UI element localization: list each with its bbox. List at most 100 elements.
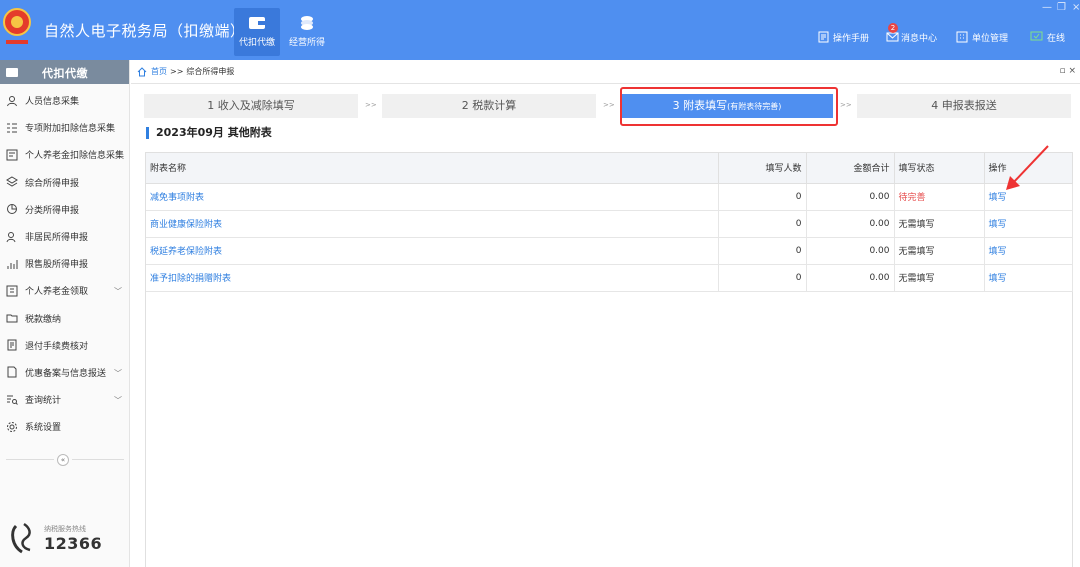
- sidebar-collapse-button[interactable]: «: [57, 454, 69, 466]
- search-list-icon: [7, 395, 18, 405]
- sidebar-item-system-settings[interactable]: 系统设置: [0, 413, 129, 440]
- fill-count: 0: [718, 210, 807, 238]
- highlight-box: [620, 87, 838, 126]
- step-income-deduction[interactable]: 1 收入及减除填写: [144, 94, 358, 118]
- fill-count: 0: [718, 237, 807, 265]
- step-label: 1 收入及减除填写: [207, 99, 295, 112]
- app-title: 自然人电子税务局（扣缴端）: [44, 22, 246, 40]
- home-icon: [137, 66, 147, 76]
- schedule-name-link[interactable]: 商业健康保险附表: [150, 220, 222, 230]
- table-header-row: 附表名称 填写人数 金额合计 填写状态 操作: [146, 153, 1073, 184]
- sidebar-item-pension-deduction[interactable]: 个人养老金扣除信息采集: [0, 141, 129, 168]
- online-status[interactable]: 在线: [1030, 29, 1065, 45]
- sidebar-item-label: 人员信息采集: [25, 97, 80, 108]
- sidebar-item-restricted-stock[interactable]: 限售股所得申报: [0, 250, 129, 277]
- pension-icon: [6, 285, 18, 297]
- tab-business-income-label: 经营所得: [288, 38, 325, 48]
- breadcrumb-current: 综合所得申报: [186, 67, 235, 76]
- sidebar-item-label: 优惠备案与信息报送: [25, 368, 107, 379]
- sidebar-item-label: 查询统计: [25, 396, 62, 407]
- fill-count: 0: [718, 264, 807, 292]
- step-separator: >>: [365, 101, 377, 109]
- chevron-down-icon: ﹀: [114, 396, 122, 406]
- sidebar-title: 代扣代缴: [42, 67, 88, 80]
- sidebar-item-refund-fee[interactable]: 退付手续费核对: [0, 332, 129, 359]
- manual-icon: [818, 31, 829, 43]
- table-row: 准予扣除的捐赠附表 0 0.00 无需填写 填写: [146, 264, 1073, 292]
- step-separator: >>: [840, 101, 852, 109]
- hotline-number: 12366: [44, 534, 103, 553]
- divider: [72, 459, 124, 460]
- sidebar-collapse-row: «: [0, 454, 130, 466]
- schedule-name-link[interactable]: 税延养老保险附表: [150, 247, 222, 257]
- sidebar-item-special-deduction[interactable]: 专项附加扣除信息采集: [0, 114, 129, 141]
- sidebar-item-query-stats[interactable]: 查询统计 ﹀: [0, 386, 129, 413]
- fill-button[interactable]: 填写: [989, 274, 1007, 284]
- amount-total: 0.00: [806, 210, 895, 238]
- tab-business-income[interactable]: 经营所得: [284, 8, 330, 56]
- schedule-name-link[interactable]: 准予扣除的捐赠附表: [150, 274, 231, 284]
- message-label: 消息中心: [901, 33, 938, 44]
- step-label: 4 申报表报送: [931, 99, 997, 112]
- layers-icon: [6, 176, 18, 187]
- message-badge: 2: [888, 23, 898, 33]
- sidebar-item-label: 非居民所得申报: [25, 233, 89, 244]
- restore-button[interactable]: ❐: [1057, 2, 1066, 13]
- sidebar-item-tax-payment[interactable]: 税款缴纳: [0, 305, 129, 332]
- unit-management-label: 单位管理: [972, 33, 1009, 44]
- fill-button[interactable]: 填写: [989, 220, 1007, 230]
- step-submit[interactable]: 4 申报表报送: [857, 94, 1071, 118]
- sidebar-item-personnel-info[interactable]: 人员信息采集: [0, 87, 129, 114]
- unit-management-button[interactable]: 单位管理: [956, 29, 1008, 45]
- app-header: 自然人电子税务局（扣缴端） 代扣代缴 经营所得 操作手册 2 消息中心 单位管理…: [0, 0, 1080, 60]
- manual-button[interactable]: 操作手册: [818, 29, 869, 45]
- breadcrumb-separator: >>: [170, 67, 184, 76]
- step-separator: >>: [603, 101, 615, 109]
- gear-icon: [7, 421, 17, 432]
- sidebar-item-label: 限售股所得申报: [25, 260, 89, 271]
- sidebar-item-label: 系统设置: [25, 423, 62, 434]
- service-hotline: 纳税服务热线 12366: [8, 518, 118, 558]
- sidebar-item-preferential-filing[interactable]: 优惠备案与信息报送 ﹀: [0, 359, 129, 386]
- schedule-name-link[interactable]: 减免事项附表: [150, 193, 204, 203]
- sidebar-item-label: 专项附加扣除信息采集: [25, 124, 116, 135]
- chevron-down-icon: ﹀: [114, 287, 122, 297]
- chevron-down-icon: ﹀: [114, 368, 122, 378]
- sidebar-item-label: 综合所得申报: [25, 178, 80, 189]
- sidebar-item-nonresident-income[interactable]: 非居民所得申报: [0, 223, 129, 250]
- fill-status: 无需填写: [894, 210, 985, 238]
- building-icon: [956, 31, 968, 43]
- close-button[interactable]: ×: [1072, 2, 1080, 13]
- fill-button[interactable]: 填写: [989, 247, 1007, 257]
- sidebar: 代扣代缴 人员信息采集 专项附加扣除信息采集 个人养老金扣除信息采集 综合所得申…: [0, 60, 130, 567]
- fill-status: 无需填写: [894, 264, 985, 292]
- wallet-icon: [249, 17, 265, 29]
- step-tax-calculation[interactable]: 2 税款计算: [382, 94, 596, 118]
- sidebar-item-comprehensive-income[interactable]: 综合所得申报: [0, 169, 129, 196]
- message-center-button[interactable]: 2 消息中心: [886, 23, 938, 45]
- table-row: 减免事项附表 0 0.00 待完善 填写: [146, 183, 1073, 211]
- sidebar-header: 代扣代缴: [0, 60, 129, 84]
- step-label: 2 税款计算: [461, 99, 517, 112]
- folder-icon: [6, 314, 18, 323]
- tax-emblem-icon: [3, 8, 31, 44]
- person-icon: [6, 231, 16, 242]
- sidebar-item-classified-income[interactable]: 分类所得申报: [0, 196, 129, 223]
- tab-withholding-label: 代扣代缴: [238, 38, 275, 48]
- breadcrumb-home[interactable]: 首页: [151, 66, 167, 77]
- chart-icon: [7, 259, 18, 269]
- column-header: 填写状态: [894, 153, 985, 184]
- annotation-arrow-icon: [1006, 145, 1049, 190]
- tab-withholding[interactable]: 代扣代缴: [234, 8, 280, 56]
- panel-controls[interactable]: ▫ ×: [1059, 66, 1076, 76]
- fill-status: 无需填写: [894, 237, 985, 265]
- sidebar-item-label: 税款缴纳: [25, 314, 62, 325]
- sidebar-item-pension-withdrawal[interactable]: 个人养老金领取 ﹀: [0, 277, 129, 304]
- manual-label: 操作手册: [833, 33, 870, 44]
- sidebar-menu: 人员信息采集 专项附加扣除信息采集 个人养老金扣除信息采集 综合所得申报 分类所…: [0, 84, 129, 440]
- fill-count: 0: [718, 183, 807, 211]
- minimize-button[interactable]: —: [1042, 2, 1052, 13]
- user-icon: [7, 95, 17, 106]
- fill-button[interactable]: 填写: [989, 193, 1007, 203]
- list-icon: [7, 123, 17, 133]
